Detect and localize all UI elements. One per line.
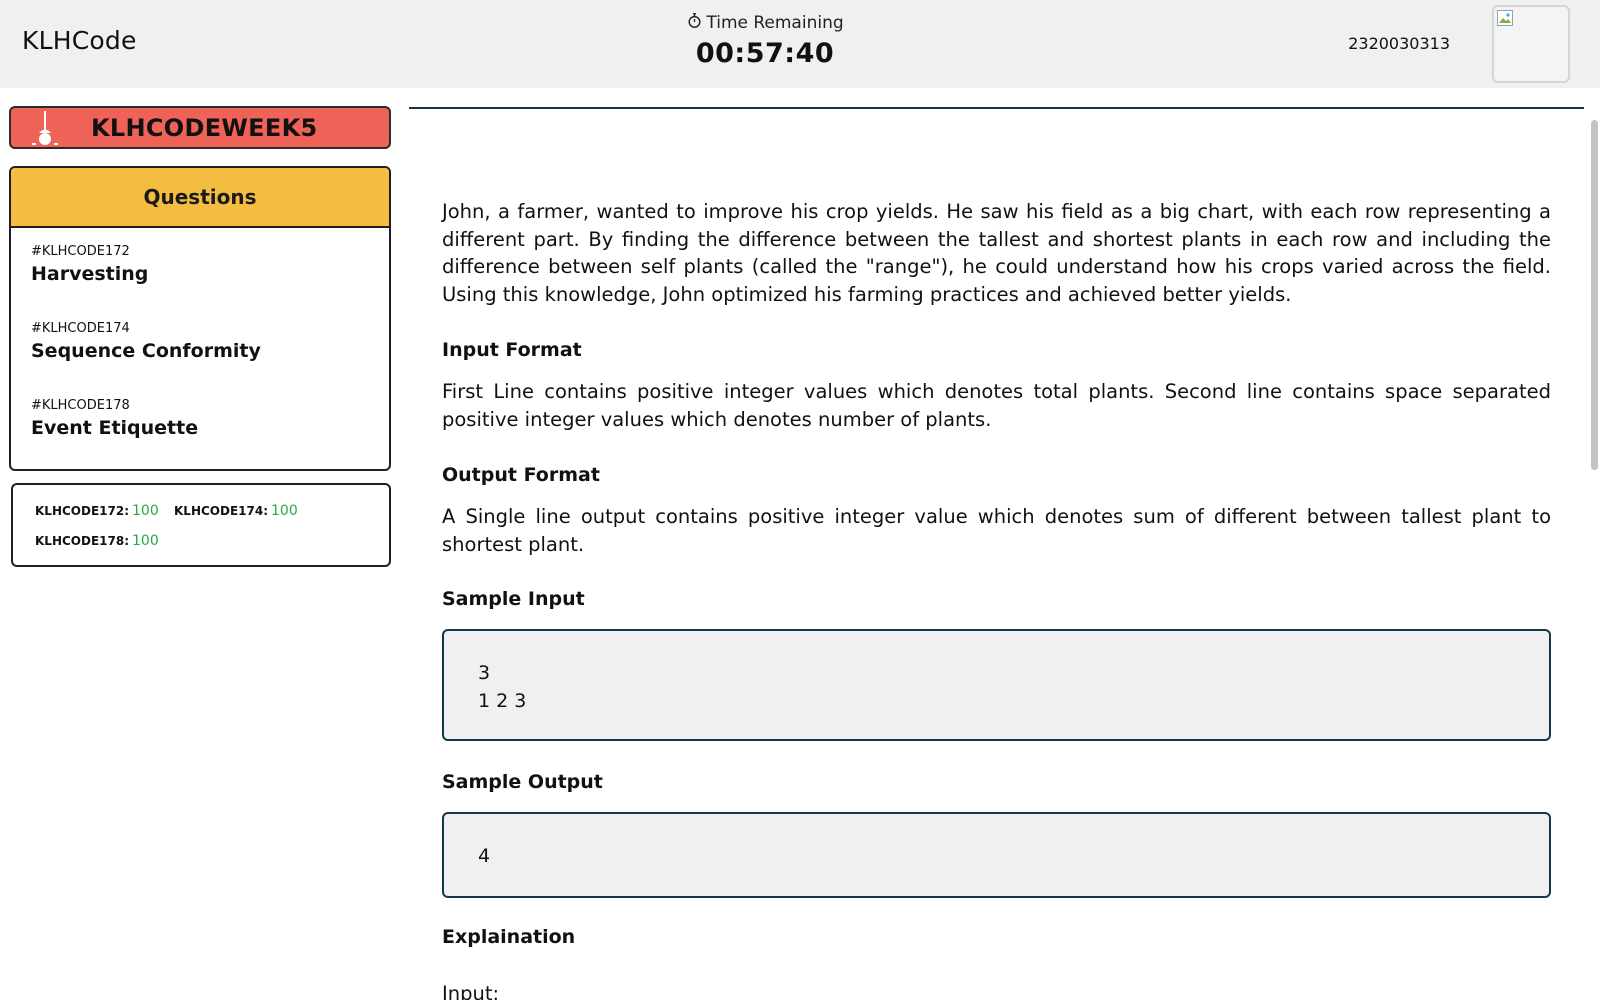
score-value: 100 (271, 503, 298, 519)
sample-input-line: 3 (478, 662, 491, 684)
scores-panel: KLHCODE172: 100 KLHCODE174: 100 KLHCODE178… (11, 483, 391, 567)
input-format-text: First Line contains positive integer val… (442, 380, 1551, 431)
explanation-input-label: Input: (442, 982, 500, 1000)
sample-input-line: 1 2 3 (478, 690, 527, 712)
contest-banner[interactable]: KLHCODEWEEK5 (9, 106, 391, 149)
questions-panel: Questions #KLHCODE172 Harvesting #KLHCOD… (9, 166, 391, 471)
question-code: #KLHCODE172 (31, 244, 130, 259)
score-value: 100 (132, 533, 159, 549)
score-label: KLHCODE178: (35, 534, 130, 548)
question-item-klhcode178[interactable]: #KLHCODE178 Event Etiquette (31, 398, 198, 439)
sample-input-box[interactable]: 3 1 2 3 (442, 629, 1551, 741)
score-label: KLHCODE174: (174, 504, 269, 518)
score-value: 100 (132, 503, 159, 519)
contest-title: KLHCODEWEEK5 (91, 114, 318, 142)
questions-header: Questions (11, 168, 389, 228)
stopwatch-icon (686, 12, 703, 34)
problem-description: John, a farmer, wanted to improve his cr… (442, 198, 1551, 309)
content-divider (409, 107, 1584, 109)
output-format-title: Output Format (442, 464, 600, 486)
output-format-text: A Single line output contains positive i… (442, 505, 1551, 556)
input-format-title: Input Format (442, 339, 582, 361)
sample-output-title: Sample Output (442, 771, 603, 793)
broken-image-icon (1497, 10, 1513, 26)
scrollbar-thumb[interactable] (1591, 120, 1598, 470)
score-klhcode178: KLHCODE178: 100 (35, 533, 159, 549)
score-label: KLHCODE172: (35, 504, 130, 518)
timer-label-row: Time Remaining (600, 12, 930, 34)
question-code: #KLHCODE174 (31, 321, 130, 336)
brand-logo[interactable]: KLHCode (22, 26, 137, 55)
sample-input-title: Sample Input (442, 588, 585, 610)
avatar[interactable] (1492, 5, 1570, 83)
question-item-klhcode174[interactable]: #KLHCODE174 Sequence Conformity (31, 321, 261, 362)
top-header: KLHCode Time Remaining 00:57:40 23200303… (0, 0, 1600, 88)
timer-value: 00:57:40 (695, 38, 835, 69)
question-title: Event Etiquette (31, 417, 199, 439)
explanation-title: Explaination (442, 926, 576, 948)
question-title: Sequence Conformity (31, 340, 261, 362)
sample-output-line: 4 (478, 845, 491, 867)
question-title: Harvesting (31, 263, 149, 285)
timer-label: Time Remaining (706, 13, 844, 33)
description-text: John, a farmer, wanted to improve his cr… (442, 200, 1551, 307)
sample-output-box[interactable]: 4 (442, 812, 1551, 898)
score-klhcode172: KLHCODE172: 100 (35, 503, 159, 519)
timer: Time Remaining 00:57:40 (600, 12, 930, 69)
question-item-klhcode172[interactable]: #KLHCODE172 Harvesting (31, 244, 148, 285)
lamp-icon (31, 111, 63, 147)
user-id: 2320030313 (1348, 34, 1450, 53)
score-klhcode174: KLHCODE174: 100 (174, 503, 298, 519)
question-code: #KLHCODE178 (31, 398, 130, 413)
